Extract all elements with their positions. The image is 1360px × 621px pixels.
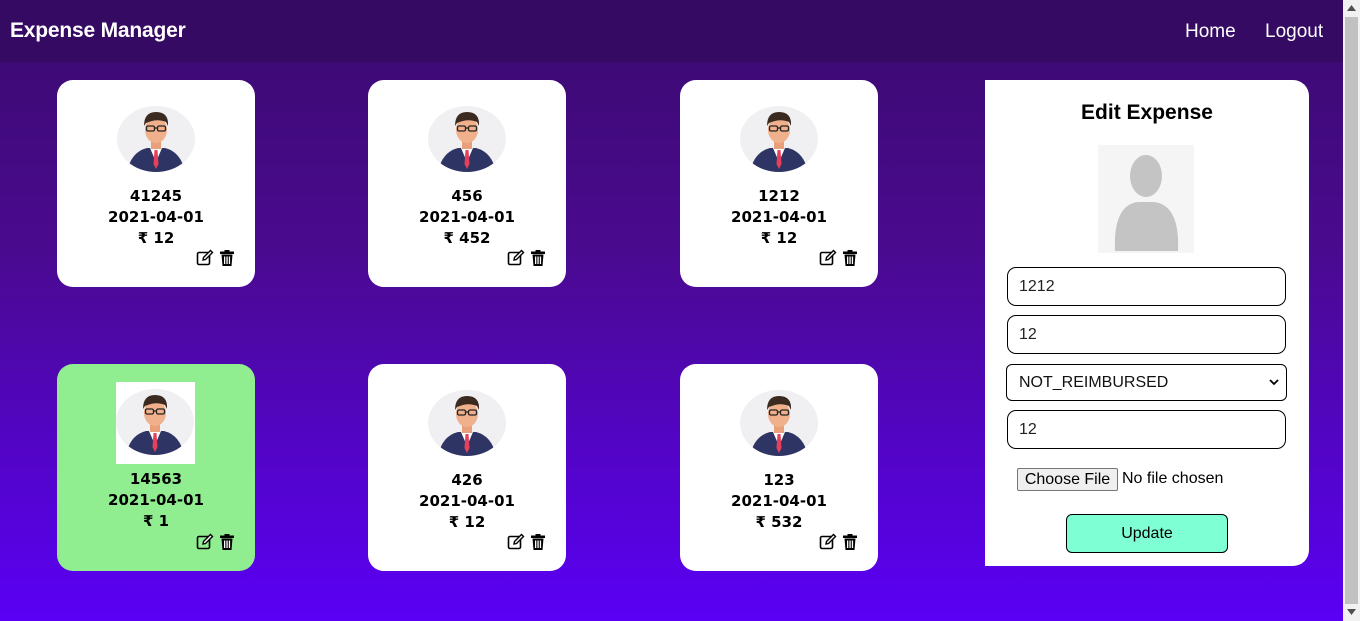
scrollbar[interactable]: [1343, 0, 1360, 621]
scroll-up-icon[interactable]: [1347, 5, 1356, 11]
nav-home-link[interactable]: Home: [1185, 21, 1236, 43]
trash-icon[interactable]: [841, 533, 859, 551]
expense-date: 2021-04-01: [419, 208, 515, 226]
trash-icon[interactable]: [841, 249, 859, 267]
expense-id: 41245: [129, 187, 183, 205]
status-select[interactable]: NOT_REIMBURSED: [1006, 364, 1287, 401]
expense-card[interactable]: 456 2021-04-01 ₹ 452: [368, 80, 566, 287]
nav-logout-link[interactable]: Logout: [1265, 21, 1323, 43]
expense-id: 456: [451, 187, 483, 205]
expense-amount: ₹ 12: [448, 513, 486, 531]
status-select-value: NOT_REIMBURSED: [1019, 374, 1169, 391]
choose-file-button[interactable]: Choose File: [1017, 468, 1118, 491]
expense-id: 426: [451, 471, 483, 489]
edit-icon[interactable]: [196, 249, 214, 267]
edit-icon[interactable]: [507, 533, 525, 551]
expense-id: 14563: [129, 470, 183, 488]
edit-icon[interactable]: [819, 249, 837, 267]
businessman-avatar-icon: [428, 106, 506, 172]
expense-amount: ₹ 12: [137, 229, 175, 247]
panel-title: Edit Expense: [1081, 101, 1213, 124]
expense-amount: ₹ 1: [142, 512, 170, 530]
trash-icon[interactable]: [218, 249, 236, 267]
expense-date: 2021-04-01: [731, 492, 827, 510]
expense-card-selected[interactable]: 14563 2021-04-01 ₹ 1: [57, 364, 255, 571]
expense-card[interactable]: 1212 2021-04-01 ₹ 12: [680, 80, 878, 287]
expense-amount: ₹ 452: [443, 229, 491, 247]
expense-card[interactable]: 41245 2021-04-01 ₹ 12: [57, 80, 255, 287]
businessman-avatar-icon: [740, 106, 818, 172]
expense-date: 2021-04-01: [419, 492, 515, 510]
trash-icon[interactable]: [218, 533, 236, 551]
user-placeholder-icon: [1098, 145, 1194, 253]
expense-card[interactable]: 123 2021-04-01 ₹ 532: [680, 364, 878, 571]
edit-icon[interactable]: [507, 249, 525, 267]
edit-icon[interactable]: [196, 533, 214, 551]
expense-id: 1212: [758, 187, 800, 205]
navbar: Expense Manager Home Logout: [0, 0, 1343, 62]
expense-id-field[interactable]: 1212: [1007, 267, 1286, 306]
scroll-thumb[interactable]: [1345, 17, 1358, 604]
update-button[interactable]: Update: [1066, 514, 1228, 553]
scroll-down-icon[interactable]: [1347, 609, 1356, 615]
businessman-avatar-icon: [117, 106, 195, 172]
expense-value-field[interactable]: 12: [1007, 410, 1286, 449]
businessman-avatar-icon: [428, 390, 506, 456]
trash-icon[interactable]: [529, 249, 547, 267]
expense-amount: ₹ 12: [760, 229, 798, 247]
expense-date: 2021-04-01: [731, 208, 827, 226]
expense-date: 2021-04-01: [108, 491, 204, 509]
expense-amount-field[interactable]: 12: [1007, 315, 1286, 354]
chevron-down-icon: [1269, 379, 1279, 386]
businessman-avatar-icon: [740, 390, 818, 456]
expense-card[interactable]: 426 2021-04-01 ₹ 12: [368, 364, 566, 571]
businessman-avatar-icon: [116, 389, 194, 455]
file-status: No file chosen: [1122, 470, 1224, 487]
expense-date: 2021-04-01: [108, 208, 204, 226]
trash-icon[interactable]: [529, 533, 547, 551]
expense-amount: ₹ 532: [755, 513, 803, 531]
edit-icon[interactable]: [819, 533, 837, 551]
expense-id: 123: [763, 471, 795, 489]
brand-title[interactable]: Expense Manager: [10, 19, 186, 43]
edit-expense-panel: Edit Expense 1212 12 NOT_REIMBURSED 12 C…: [985, 80, 1309, 566]
